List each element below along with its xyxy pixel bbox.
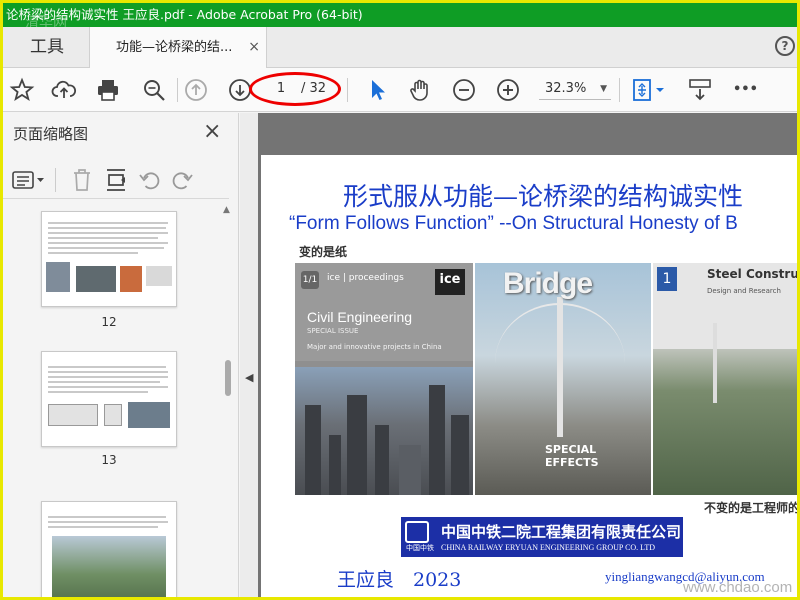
scroll-mode-icon[interactable] bbox=[687, 77, 713, 103]
collapse-arrow-icon[interactable]: ◀ bbox=[245, 371, 253, 384]
company-logo-banner: 中国中铁 中国中铁二院工程集团有限责任公司 CHINA RAILWAY ERYU… bbox=[401, 517, 683, 557]
cover-issue-number: 1 bbox=[657, 267, 677, 291]
thumbnail-panel: 页面缩略图 × 12 13 ▲ bbox=[3, 113, 239, 597]
toolbar-divider bbox=[619, 78, 620, 102]
rotate-left-icon[interactable] bbox=[137, 167, 163, 193]
chevron-down-icon: ▼ bbox=[600, 84, 607, 94]
close-tab-icon[interactable]: × bbox=[248, 27, 260, 68]
main-toolbar: 1 / 32 32.3% ▼ ••• bbox=[3, 68, 797, 112]
fit-page-icon[interactable] bbox=[631, 77, 667, 103]
cover-theme: Major and innovative projects in China bbox=[307, 343, 442, 351]
site-watermark: www.chdao.com bbox=[683, 579, 793, 596]
scroll-thumb[interactable] bbox=[225, 360, 231, 396]
tab-document[interactable]: 功能—论桥梁的结... × bbox=[89, 27, 267, 69]
bridge-tower bbox=[713, 323, 717, 403]
crec-logo-icon bbox=[405, 521, 429, 543]
title-watermark: 清华网 bbox=[25, 15, 67, 27]
thumbnail-label: 13 bbox=[101, 453, 117, 467]
thumbnail-list: 12 13 bbox=[3, 203, 223, 597]
title-bar: 论桥梁的结构诚实性 王应良.pdf - Adobe Acrobat Pro (6… bbox=[3, 3, 797, 27]
author-line: 王应良 2023 bbox=[337, 569, 462, 591]
company-name-english: CHINA RAILWAY ERYUAN ENGINEERING GROUP C… bbox=[441, 543, 655, 552]
bridge-tower bbox=[557, 297, 563, 437]
zoom-in-icon[interactable] bbox=[495, 77, 521, 103]
thumbnail-label: 12 bbox=[101, 315, 117, 329]
city-photo bbox=[295, 367, 473, 495]
cover-journal-title: Steel Construct bbox=[707, 267, 799, 281]
thumbnail-toolbar bbox=[3, 161, 229, 199]
help-icon[interactable]: ? bbox=[775, 36, 795, 56]
cover-subtitle: Design and Research bbox=[707, 287, 781, 295]
ice-logo: ice bbox=[435, 269, 465, 295]
page-title-chinese: 形式服从功能—论桥梁的结构诚实性 bbox=[343, 182, 744, 211]
trash-icon[interactable] bbox=[69, 167, 95, 193]
cloud-upload-icon[interactable] bbox=[51, 77, 77, 103]
panel-title: 页面缩略图 bbox=[13, 125, 89, 143]
subtitle-left: 变的是纸 bbox=[299, 245, 348, 259]
hand-tool-icon[interactable] bbox=[407, 77, 433, 103]
pdf-page: 形式服从功能—论桥梁的结构诚实性 “Form Follows Function”… bbox=[261, 155, 800, 597]
close-panel-icon[interactable]: × bbox=[203, 119, 221, 144]
zoom-level-dropdown[interactable]: 32.3% ▼ bbox=[539, 78, 611, 100]
cover-journal-title: Civil Engineering bbox=[307, 309, 413, 325]
toolbar-divider bbox=[177, 78, 178, 102]
rotate-right-icon[interactable] bbox=[169, 167, 195, 193]
company-mark: 中国中铁 bbox=[406, 544, 434, 552]
document-viewport[interactable]: 形式服从功能—论桥梁的结构诚实性 “Form Follows Function”… bbox=[258, 113, 800, 597]
tab-row: 工具 功能—论桥梁的结... × ? bbox=[3, 27, 797, 69]
zoom-search-icon[interactable] bbox=[141, 77, 167, 103]
civil-engineering-cover: 1/1 ice | proceedings ice Civil Engineer… bbox=[295, 263, 473, 495]
cover-special-issue: SPECIAL ISSUE bbox=[307, 327, 359, 335]
cover-badge: 1/1 bbox=[301, 271, 319, 289]
thumbnail-options-icon[interactable] bbox=[11, 167, 47, 193]
zoom-out-icon[interactable] bbox=[451, 77, 477, 103]
cover-proceedings: ice | proceedings bbox=[327, 273, 404, 283]
special-effects-text: SPECIAL EFFECTS bbox=[545, 443, 599, 469]
bridge-masthead: Bridge bbox=[503, 267, 593, 300]
doc-tab-label: 功能—论桥梁的结... bbox=[116, 40, 233, 55]
page-thumbnail[interactable] bbox=[41, 351, 177, 447]
toolbar-divider bbox=[347, 78, 348, 102]
print-icon[interactable] bbox=[95, 77, 121, 103]
star-icon[interactable] bbox=[9, 77, 35, 103]
page-thumbnail[interactable] bbox=[41, 211, 177, 307]
bridge-magazine-cover: Bridge SPECIAL EFFECTS bbox=[475, 263, 651, 495]
page-thumbnail[interactable] bbox=[41, 501, 177, 597]
zoom-value: 32.3% bbox=[545, 81, 587, 96]
scroll-up-icon[interactable]: ▲ bbox=[223, 205, 230, 215]
company-name-chinese: 中国中铁二院工程集团有限责任公司 bbox=[441, 523, 682, 541]
panel-divider bbox=[55, 168, 56, 192]
steel-construction-cover: 1 Steel Construct Design and Research bbox=[653, 263, 799, 495]
panel-splitter[interactable]: ◀ bbox=[240, 113, 258, 597]
acrobat-window: 论桥梁的结构诚实性 王应良.pdf - Adobe Acrobat Pro (6… bbox=[0, 0, 800, 600]
previous-page-icon[interactable] bbox=[183, 77, 209, 103]
more-tools-icon[interactable]: ••• bbox=[733, 77, 763, 103]
insert-page-icon[interactable] bbox=[103, 167, 129, 193]
thumbnail-scrollbar[interactable]: ▲ bbox=[221, 205, 235, 597]
select-cursor-icon[interactable] bbox=[365, 77, 391, 103]
red-highlight-ellipse bbox=[249, 72, 341, 106]
tab-tools[interactable]: 工具 bbox=[6, 27, 88, 68]
subtitle-right: 不变的是工程师的 bbox=[704, 501, 800, 515]
page-title-english: “Form Follows Function” --On Structural … bbox=[289, 213, 738, 234]
